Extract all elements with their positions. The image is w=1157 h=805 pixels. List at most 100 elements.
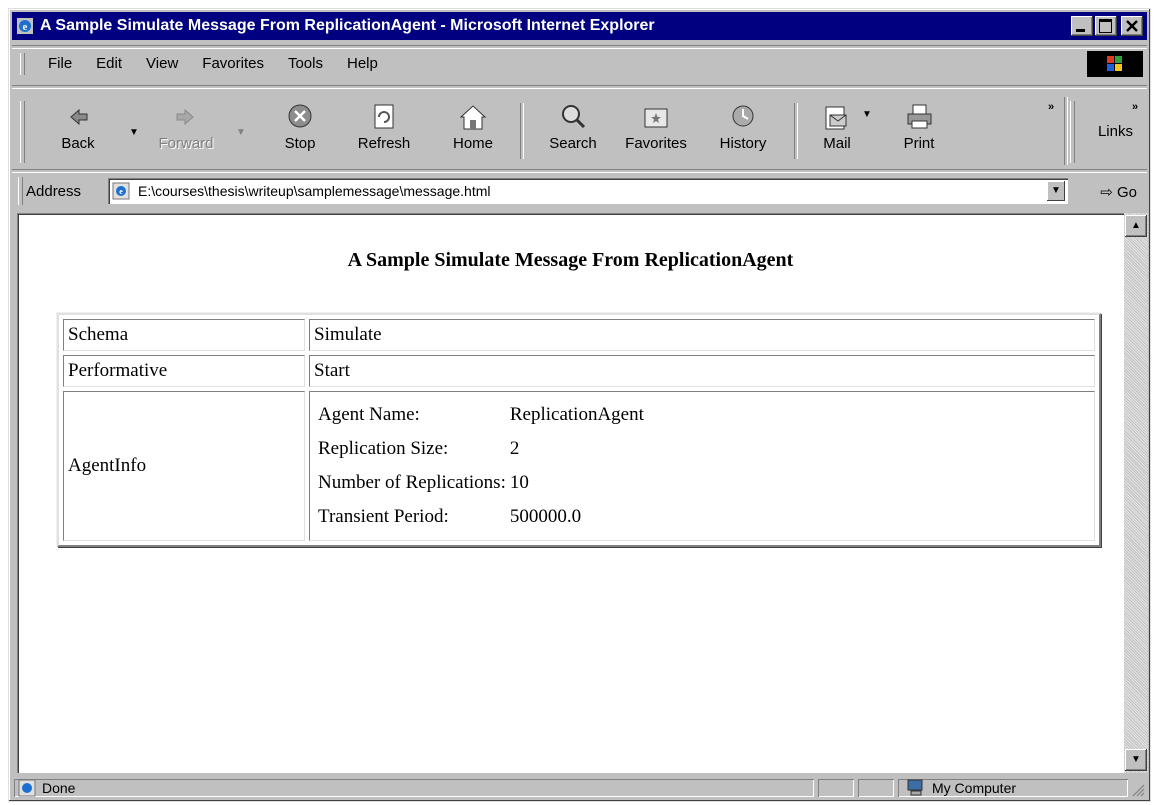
row-key: AgentInfo xyxy=(63,391,305,541)
address-url: E:\courses\thesis\writeup\samplemessage\… xyxy=(138,183,491,199)
address-field[interactable]: e E:\courses\thesis\writeup\samplemessag… xyxy=(108,178,1068,204)
table-row: AgentInfo Agent Name: ReplicationAgent R… xyxy=(63,391,1095,541)
toolbar-separator xyxy=(520,103,524,159)
windows-flag-icon xyxy=(1107,56,1122,71)
forward-label: Forward xyxy=(158,135,214,152)
back-dropdown-arrow[interactable]: ▼ xyxy=(129,127,139,138)
forward-dropdown-arrow[interactable]: ▼ xyxy=(236,127,246,138)
scroll-down-button[interactable]: ▼ xyxy=(1125,749,1147,771)
status-pane: Done xyxy=(14,779,814,797)
favorites-icon xyxy=(644,108,668,128)
forward-button[interactable]: Forward xyxy=(148,101,224,152)
menu-view[interactable]: View xyxy=(134,55,190,72)
favorites-label: Favorites xyxy=(625,135,687,152)
stop-button[interactable]: Stop xyxy=(270,101,330,152)
table-row: Schema Simulate xyxy=(63,319,1095,351)
back-label: Back xyxy=(61,135,95,152)
status-pane-empty xyxy=(818,779,854,797)
go-button[interactable]: ⇨ Go xyxy=(1100,183,1137,201)
maximize-button[interactable] xyxy=(1095,16,1117,36)
page-heading: A Sample Simulate Message From Replicati… xyxy=(347,249,794,271)
go-label: Go xyxy=(1116,184,1137,201)
addressbar-grip[interactable] xyxy=(18,177,23,205)
zone-pane: My Computer xyxy=(898,779,1128,797)
toolbar-divider xyxy=(12,85,1147,89)
refresh-icon xyxy=(374,104,394,129)
row-key: Performative xyxy=(63,355,305,387)
field-value: 2 xyxy=(509,438,520,459)
scroll-up-button[interactable]: ▲ xyxy=(1125,215,1147,237)
message-table: Schema Simulate Performative Start Agent… xyxy=(57,313,1101,547)
resize-grip-icon[interactable] xyxy=(1129,781,1145,797)
minimize-button[interactable] xyxy=(1071,16,1093,36)
standard-toolbar: Back ▼ Forward ▼ Stop Refresh Home Searc… xyxy=(12,97,1147,169)
mail-dropdown-arrow[interactable]: ▼ xyxy=(862,109,872,120)
go-arrow-icon: ⇨ xyxy=(1100,184,1113,201)
agentinfo-row: Agent Name: ReplicationAgent xyxy=(316,398,646,432)
toolbar-grip[interactable] xyxy=(20,101,25,163)
menubar-grip[interactable] xyxy=(20,53,25,75)
scroll-down-arrow-icon: ▼ xyxy=(1131,754,1141,765)
status-bar: Done My Computer xyxy=(12,777,1147,799)
agentinfo-cell: Agent Name: ReplicationAgent Replication… xyxy=(309,391,1095,541)
my-computer-icon xyxy=(907,779,923,796)
print-button[interactable]: Print xyxy=(890,101,948,152)
browser-window: e A Sample Simulate Message From Replica… xyxy=(8,8,1151,802)
print-icon xyxy=(907,104,932,129)
menu-tools[interactable]: Tools xyxy=(276,55,335,72)
close-icon xyxy=(1126,20,1138,32)
mail-button[interactable]: Mail xyxy=(808,101,866,152)
maximize-icon xyxy=(1099,19,1112,33)
home-label: Home xyxy=(452,135,493,152)
status-pane-empty xyxy=(858,779,894,797)
menu-help[interactable]: Help xyxy=(335,55,390,72)
scroll-up-arrow-icon: ▲ xyxy=(1131,220,1141,231)
menu-bar: File Edit View Favorites Tools Help xyxy=(12,51,1147,77)
menu-file[interactable]: File xyxy=(36,55,84,72)
row-value: Start xyxy=(309,355,1095,387)
refresh-label: Refresh xyxy=(357,135,411,152)
back-button[interactable]: Back xyxy=(50,101,106,152)
field-value: 500000.0 xyxy=(509,506,582,527)
field-label: Transient Period: xyxy=(318,506,449,527)
ie-logo-icon: e xyxy=(17,18,33,34)
close-button[interactable] xyxy=(1121,16,1143,36)
field-label: Agent Name: xyxy=(318,404,420,425)
agentinfo-row: Number of Replications: 10 xyxy=(316,466,646,500)
menu-favorites[interactable]: Favorites xyxy=(190,55,276,72)
stop-icon xyxy=(288,104,312,128)
toolbar-overflow-chevron-icon[interactable]: » xyxy=(1048,101,1054,113)
vertical-scrollbar[interactable]: ▲ ▼ xyxy=(1124,213,1148,773)
field-value: 10 xyxy=(509,472,529,493)
favorites-button[interactable]: Favorites xyxy=(614,101,698,152)
svg-text:e: e xyxy=(119,187,123,196)
home-button[interactable]: Home xyxy=(440,101,506,152)
field-label: Number of Replications: xyxy=(318,472,506,493)
search-label: Search xyxy=(549,135,597,152)
agentinfo-table: Agent Name: ReplicationAgent Replication… xyxy=(316,398,646,534)
home-icon xyxy=(459,105,487,130)
zone-label: My Computer xyxy=(932,780,1017,796)
minimize-icon xyxy=(1076,29,1085,32)
history-icon xyxy=(732,105,754,127)
history-button[interactable]: History xyxy=(708,101,778,152)
address-dropdown-button[interactable]: ▼ xyxy=(1047,181,1065,201)
title-bar[interactable]: e A Sample Simulate Message From Replica… xyxy=(12,12,1147,40)
agentinfo-row: Transient Period: 500000.0 xyxy=(316,500,646,534)
links-grip[interactable] xyxy=(1070,101,1075,163)
links-label[interactable]: Links xyxy=(1098,123,1133,140)
toolbar-separator xyxy=(1064,97,1068,165)
print-label: Print xyxy=(903,135,935,152)
search-button[interactable]: Search xyxy=(538,101,608,152)
page-done-icon xyxy=(18,779,36,797)
address-label: Address xyxy=(26,183,82,200)
links-overflow-chevron-icon[interactable]: » xyxy=(1132,101,1138,113)
page-icon: e xyxy=(112,182,130,200)
window-title: A Sample Simulate Message From Replicati… xyxy=(40,17,655,34)
refresh-button[interactable]: Refresh xyxy=(344,101,424,152)
field-label: Replication Size: xyxy=(318,438,449,459)
address-bar: Address e E:\courses\thesis\writeup\samp… xyxy=(12,173,1147,209)
menu-edit[interactable]: Edit xyxy=(84,55,134,72)
menubar-divider xyxy=(12,45,1147,49)
field-value: ReplicationAgent xyxy=(509,404,644,425)
